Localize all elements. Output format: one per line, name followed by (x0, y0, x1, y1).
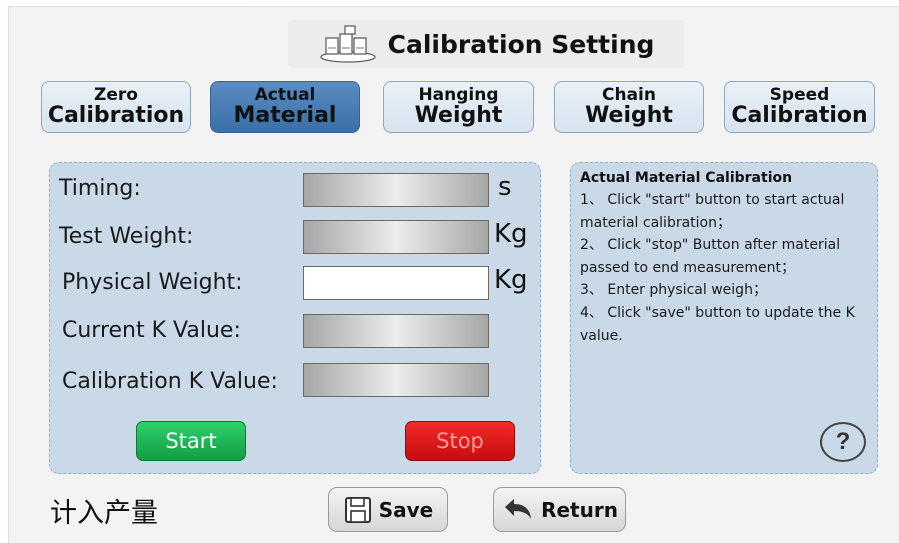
tab-actual-material[interactable]: Actual Material (210, 81, 360, 133)
timing-display (303, 173, 489, 207)
current-k-label: Current K Value: (62, 318, 241, 343)
scale-weights-icon (320, 25, 376, 63)
tab-label-line1: Actual (254, 84, 316, 105)
return-arrow-icon (505, 498, 532, 519)
tab-label-line2: Calibration (731, 103, 868, 129)
start-button[interactable]: Start (136, 421, 246, 461)
floppy-disk-icon (344, 496, 371, 523)
tab-label-line1: Zero (94, 84, 138, 105)
tab-hanging-weight[interactable]: Hanging Weight (383, 81, 534, 133)
physical-weight-label: Physical Weight: (62, 270, 243, 295)
tab-label-line1: Chain (602, 84, 656, 105)
instructions-text: 1、 Click "start" button to start actual … (580, 192, 855, 344)
return-button[interactable]: Return (493, 487, 626, 532)
tab-zero-calibration[interactable]: Zero Calibration (41, 81, 191, 133)
page-title: Calibration Setting (387, 29, 655, 59)
instructions-title: Actual Material Calibration (580, 170, 793, 186)
tab-label-line1: Hanging (418, 84, 499, 105)
test-weight-label: Test Weight: (59, 224, 194, 249)
page-header: Calibration Setting (288, 20, 684, 68)
physical-weight-input[interactable] (303, 266, 489, 300)
save-button[interactable]: Save (328, 487, 448, 532)
test-weight-display (303, 220, 489, 254)
return-label: Return (541, 497, 618, 522)
tab-label-line2: Weight (585, 103, 673, 129)
physical-weight-unit: Kg (494, 265, 528, 295)
top-divider (250, 6, 899, 7)
help-icon[interactable]: ? (820, 422, 866, 462)
tab-chain-weight[interactable]: Chain Weight (554, 81, 704, 133)
tab-speed-calibration[interactable]: Speed Calibration (724, 81, 875, 133)
timing-unit: s (498, 172, 512, 202)
timing-label: Timing: (59, 176, 141, 201)
test-weight-unit: Kg (494, 219, 528, 249)
tab-label-line2: Calibration (47, 103, 185, 129)
tab-label-line1: Speed (769, 84, 830, 105)
calibration-k-label: Calibration K Value: (62, 369, 278, 394)
count-output-label: 计入产量 (50, 498, 158, 529)
tab-label-line2: Material (233, 103, 337, 129)
current-k-display (303, 314, 489, 348)
stop-button[interactable]: Stop (405, 421, 515, 461)
save-label: Save (378, 497, 434, 522)
calibration-k-display (303, 363, 489, 397)
tab-label-line2: Weight (414, 103, 503, 129)
